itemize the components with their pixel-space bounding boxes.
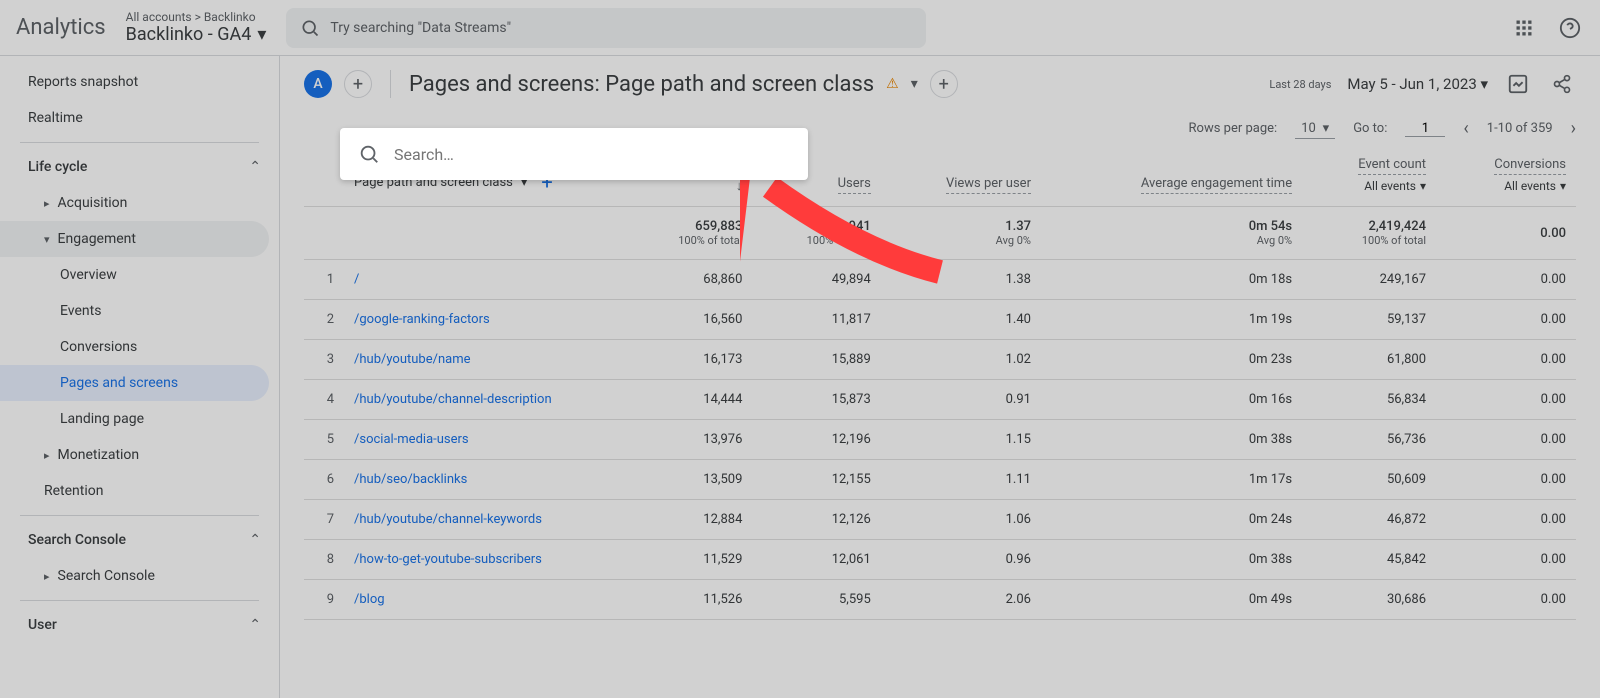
divider xyxy=(20,142,259,143)
search-placeholder: Try searching "Data Streams" xyxy=(330,20,511,36)
chevron-up-icon: ⌃ xyxy=(249,532,261,548)
page-path-link[interactable]: /how-to-get-youtube-subscribers xyxy=(344,540,624,580)
caret-right-icon: ▸ xyxy=(44,449,50,462)
next-page-button[interactable]: › xyxy=(1571,118,1576,139)
warning-icon[interactable]: ⚠ xyxy=(886,76,899,92)
chevron-down-icon: ▾ xyxy=(257,24,266,46)
nav-events[interactable]: Events xyxy=(0,293,279,329)
nav-overview[interactable]: Overview xyxy=(0,257,279,293)
table-row[interactable]: 2 /google-ranking-factors 16,560 11,817 … xyxy=(304,300,1576,340)
caret-down-icon: ▾ xyxy=(44,233,50,246)
add-dimension-button[interactable]: + xyxy=(930,70,958,98)
nav-retention[interactable]: Retention xyxy=(0,473,279,509)
nav-group-search-console[interactable]: Search Console⌃ xyxy=(0,522,279,558)
property-name: Backlinko - GA4 xyxy=(126,24,252,46)
col-index xyxy=(304,145,344,207)
share-icon[interactable] xyxy=(1548,70,1576,98)
page-path-link[interactable]: /google-ranking-factors xyxy=(344,300,624,340)
nav-landing-page[interactable]: Landing page xyxy=(0,401,279,437)
nav-reports-snapshot[interactable]: Reports snapshot xyxy=(0,64,279,100)
event-count-filter[interactable]: All events ▾ xyxy=(1364,179,1426,193)
page-path-link[interactable]: /hub/youtube/channel-description xyxy=(344,380,624,420)
rows-per-page-label: Rows per page: xyxy=(1189,121,1278,136)
customize-report-icon[interactable] xyxy=(1504,70,1532,98)
page-title: Pages and screens: Page path and screen … xyxy=(409,72,874,97)
global-search[interactable]: Try searching "Data Streams" xyxy=(286,8,926,48)
nav-sidebar: Reports snapshot Realtime Life cycle⌃ ▸A… xyxy=(0,56,280,698)
col-views-per-user[interactable]: Views per user xyxy=(881,145,1041,207)
conversions-filter[interactable]: All events ▾ xyxy=(1504,179,1566,193)
page-path-link[interactable]: /hub/youtube/name xyxy=(344,340,624,380)
account-breadcrumb: All accounts > Backlinko xyxy=(126,10,267,24)
topbar: Analytics All accounts > Backlinko Backl… xyxy=(0,0,1600,56)
table-row[interactable]: 8 /how-to-get-youtube-subscribers 11,529… xyxy=(304,540,1576,580)
search-icon xyxy=(300,18,320,38)
nav-realtime[interactable]: Realtime xyxy=(0,100,279,136)
nav-engagement[interactable]: ▾Engagement xyxy=(0,221,269,257)
prev-page-button[interactable]: ‹ xyxy=(1463,118,1468,139)
nav-monetization[interactable]: ▸Monetization xyxy=(0,437,279,473)
divider xyxy=(20,600,259,601)
chevron-up-icon: ⌃ xyxy=(249,159,261,175)
page-path-link[interactable]: /hub/seo/backlinks xyxy=(344,460,624,500)
nav-group-user[interactable]: User⌃ xyxy=(0,607,279,643)
chevron-up-icon: ⌃ xyxy=(249,617,261,633)
table-row[interactable]: 4 /hub/youtube/channel-description 14,44… xyxy=(304,380,1576,420)
rows-per-page-select[interactable]: 10▾ xyxy=(1295,119,1335,139)
table-row[interactable]: 6 /hub/seo/backlinks 13,509 12,155 1.11 … xyxy=(304,460,1576,500)
page-path-link[interactable]: /social-media-users xyxy=(344,420,624,460)
table-row[interactable]: 5 /social-media-users 13,976 12,196 1.15… xyxy=(304,420,1576,460)
page-path-link[interactable]: / xyxy=(344,260,624,300)
page-range: 1-10 of 359 xyxy=(1487,121,1553,136)
table-row[interactable]: 9 /blog 11,526 5,595 2.06 0m 49s 30,686 … xyxy=(304,580,1576,620)
col-avg-engagement[interactable]: Average engagement time xyxy=(1041,145,1302,207)
page-path-link[interactable]: /hub/youtube/channel-keywords xyxy=(344,500,624,540)
divider xyxy=(20,515,259,516)
dimension-search-popup xyxy=(340,128,808,180)
page-path-link[interactable]: /blog xyxy=(344,580,624,620)
date-range-picker[interactable]: May 5 - Jun 1, 2023 ▾ xyxy=(1347,75,1488,93)
chevron-down-icon: ▾ xyxy=(1323,121,1330,136)
dimension-search-input[interactable] xyxy=(394,145,790,164)
nav-group-life-cycle[interactable]: Life cycle⌃ xyxy=(0,149,279,185)
dimension-dropdown[interactable]: ▾ xyxy=(911,76,918,92)
apps-icon[interactable] xyxy=(1510,14,1538,42)
data-table: Page path and screen class▾+ Users Views… xyxy=(304,145,1576,620)
nav-search-console-item[interactable]: ▸Search Console xyxy=(0,558,279,594)
nav-conversions[interactable]: Conversions xyxy=(0,329,279,365)
divider xyxy=(390,70,391,98)
caret-right-icon: ▸ xyxy=(44,570,50,583)
account-switcher[interactable]: All accounts > Backlinko Backlinko - GA4… xyxy=(126,10,267,46)
col-event-count[interactable]: Event countAll events ▾ xyxy=(1302,145,1436,207)
help-icon[interactable] xyxy=(1556,14,1584,42)
nav-pages-screens[interactable]: Pages and screens xyxy=(0,365,269,401)
add-comparison-button[interactable]: + xyxy=(344,70,372,98)
goto-input[interactable] xyxy=(1405,121,1445,137)
caret-right-icon: ▸ xyxy=(44,197,50,210)
date-label: Last 28 days xyxy=(1269,78,1331,91)
app-logo: Analytics xyxy=(16,15,106,40)
search-icon xyxy=(358,143,380,165)
table-row[interactable]: 1 / 68,860 49,894 1.38 0m 18s 249,167 0.… xyxy=(304,260,1576,300)
table-row[interactable]: 7 /hub/youtube/channel-keywords 12,884 1… xyxy=(304,500,1576,540)
col-conversions[interactable]: ConversionsAll events ▾ xyxy=(1436,145,1576,207)
nav-acquisition[interactable]: ▸Acquisition xyxy=(0,185,279,221)
totals-row: 659,883100% of total 482,941100% of tota… xyxy=(304,207,1576,260)
table-row[interactable]: 3 /hub/youtube/name 16,173 15,889 1.02 0… xyxy=(304,340,1576,380)
page-header: A + Pages and screens: Page path and scr… xyxy=(280,56,1600,112)
avatar[interactable]: A xyxy=(304,70,332,98)
goto-label: Go to: xyxy=(1353,121,1387,136)
